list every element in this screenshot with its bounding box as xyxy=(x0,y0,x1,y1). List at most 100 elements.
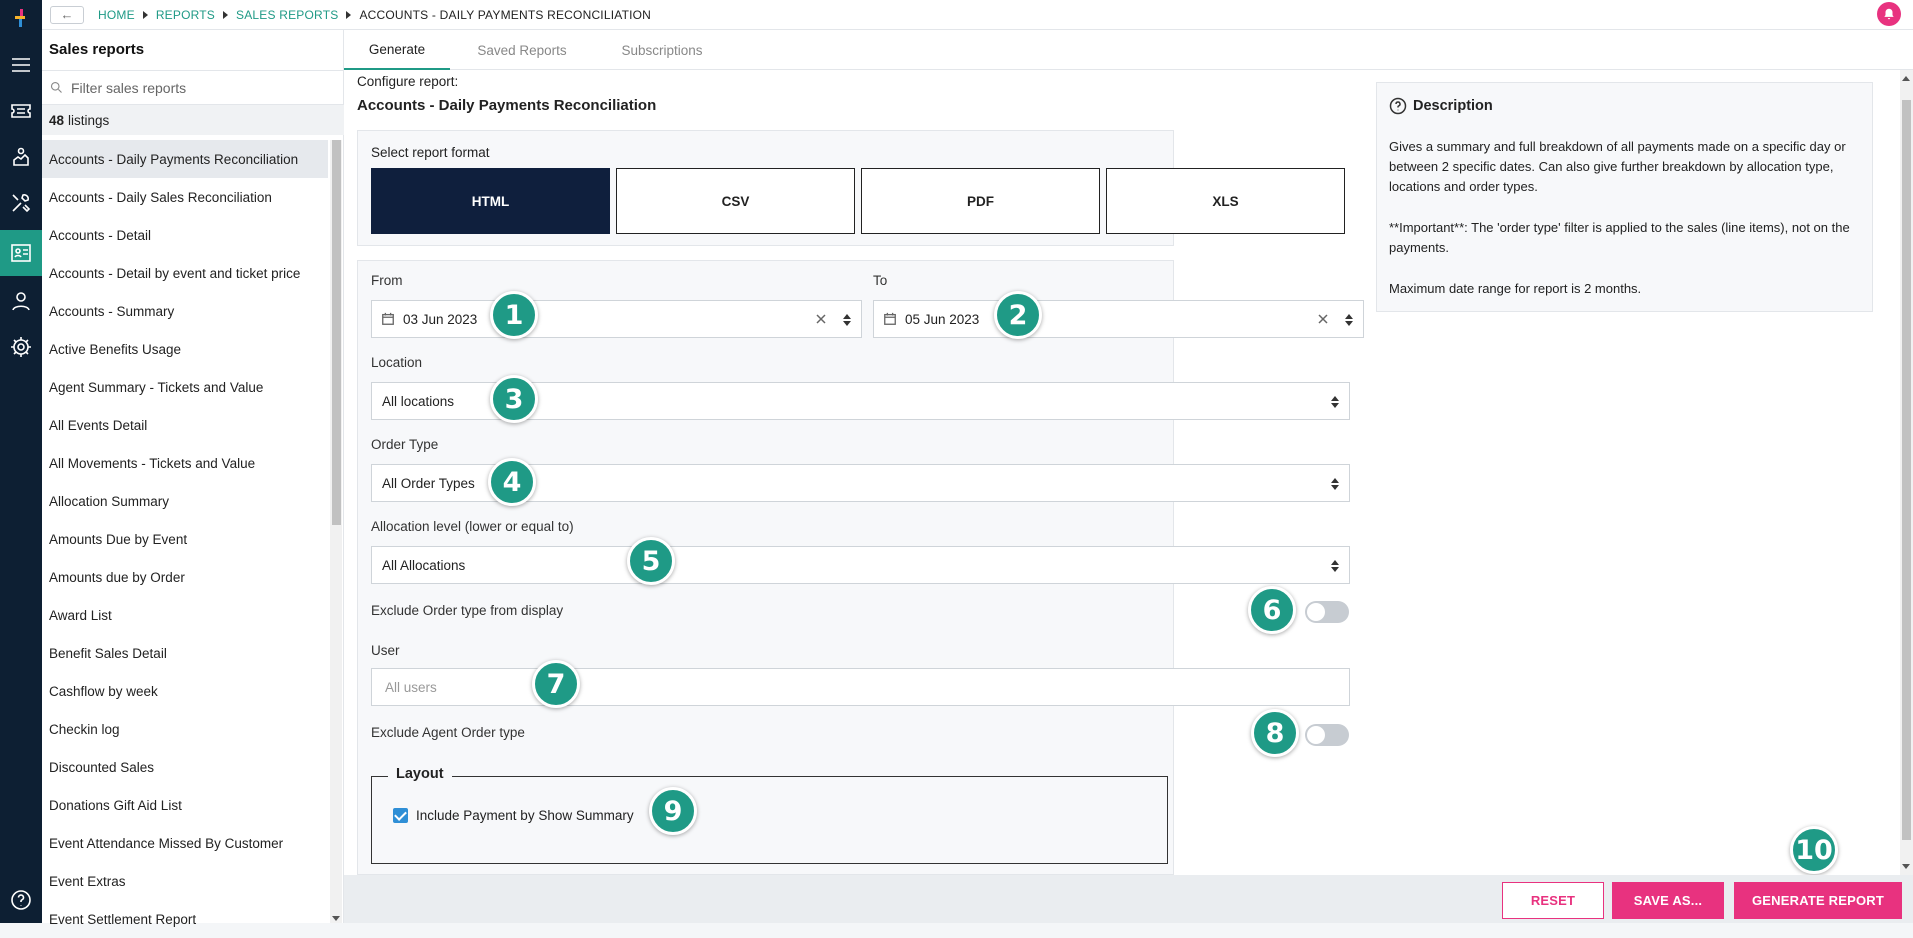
description-text-3: Maximum date range for report is 2 month… xyxy=(1389,281,1642,296)
step-badge-10: 10 xyxy=(1790,826,1838,874)
logo-icon[interactable] xyxy=(0,0,42,36)
tab-saved-reports[interactable]: Saved Reports xyxy=(450,30,594,70)
report-icon[interactable] xyxy=(0,230,42,276)
include-payment-checkbox[interactable] xyxy=(393,808,408,823)
clear-icon[interactable] xyxy=(814,312,828,326)
sidebar-search-input[interactable]: Filter sales reports xyxy=(42,70,344,105)
breadcrumb-home[interactable]: HOME xyxy=(98,8,135,22)
save-as-button[interactable]: SAVE AS... xyxy=(1612,882,1724,919)
search-placeholder: Filter sales reports xyxy=(71,79,187,96)
format-label: Select report format xyxy=(371,145,490,160)
layout-title: Layout xyxy=(388,766,452,782)
step-badge-9: 9 xyxy=(649,787,697,835)
list-item[interactable]: Active Benefits Usage xyxy=(42,330,328,368)
from-label: From xyxy=(371,273,403,288)
location-value: All locations xyxy=(382,393,455,409)
list-item[interactable]: Checkin log xyxy=(42,710,328,748)
format-pdf-button[interactable]: PDF xyxy=(861,168,1100,234)
reset-button[interactable]: RESET xyxy=(1502,882,1604,919)
description-header: Description xyxy=(1389,97,1493,115)
list-item[interactable]: Event Extras xyxy=(42,862,328,900)
calendar-icon xyxy=(884,312,896,325)
menu-icon[interactable] xyxy=(0,42,42,88)
tab-subscriptions[interactable]: Subscriptions xyxy=(594,30,730,70)
user-label: User xyxy=(371,643,400,658)
list-item[interactable]: Amounts due by Order xyxy=(42,558,328,596)
list-item[interactable]: Agent Summary - Tickets and Value xyxy=(42,368,328,406)
scroll-down-icon[interactable] xyxy=(1902,864,1910,869)
list-item[interactable]: Discounted Sales xyxy=(42,748,328,786)
list-item[interactable]: Accounts - Detail xyxy=(42,216,328,254)
back-button[interactable]: ← xyxy=(50,5,84,24)
exclude-agent-toggle[interactable] xyxy=(1305,724,1349,746)
description-text-1: Gives a summary and full breakdown of al… xyxy=(1389,139,1846,194)
list-item[interactable]: Accounts - Daily Payments Reconciliation xyxy=(42,140,328,178)
ticket-icon[interactable] xyxy=(0,88,42,134)
exclude-order-type-toggle[interactable] xyxy=(1305,601,1349,623)
scrollbar-thumb[interactable] xyxy=(332,140,341,525)
spinner-icon[interactable] xyxy=(1345,312,1353,328)
allocation-value: All Allocations xyxy=(382,557,466,573)
list-item[interactable]: All Events Detail xyxy=(42,406,328,444)
format-xls-button[interactable]: XLS xyxy=(1106,168,1345,234)
list-item[interactable]: Award List xyxy=(42,596,328,634)
sidebar-title: Sales reports xyxy=(49,41,145,58)
list-item[interactable]: Accounts - Detail by event and ticket pr… xyxy=(42,254,328,292)
breadcrumb: HOME REPORTS SALES REPORTS ACCOUNTS - DA… xyxy=(98,8,651,22)
include-payment-label[interactable]: Include Payment by Show Summary xyxy=(416,808,634,823)
list-item[interactable]: All Movements - Tickets and Value xyxy=(42,444,328,482)
format-csv-button[interactable]: CSV xyxy=(616,168,855,234)
list-item[interactable]: Donations Gift Aid List xyxy=(42,786,328,824)
list-item[interactable]: Benefit Sales Detail xyxy=(42,634,328,672)
list-item[interactable]: Event Settlement Report xyxy=(42,900,328,938)
sidebar: Sales reports Filter sales reports 48 li… xyxy=(42,30,344,927)
order-type-label: Order Type xyxy=(371,437,439,452)
icon-rail xyxy=(0,0,42,923)
tools-icon[interactable] xyxy=(0,180,42,226)
gear-icon[interactable] xyxy=(0,324,42,370)
list-item[interactable]: Amounts Due by Event xyxy=(42,520,328,558)
tab-generate[interactable]: Generate xyxy=(344,30,450,70)
clear-icon[interactable] xyxy=(1316,312,1330,326)
step-badge-7: 7 xyxy=(532,660,580,708)
breadcrumb-reports[interactable]: REPORTS xyxy=(156,8,215,22)
list-item[interactable]: Allocation Summary xyxy=(42,482,328,520)
scrollbar-thumb[interactable] xyxy=(1902,100,1911,840)
from-date-value: 03 Jun 2023 xyxy=(403,311,478,327)
select-arrows-icon xyxy=(1331,476,1339,492)
notification-bell-icon[interactable] xyxy=(1877,2,1901,26)
breadcrumb-separator-icon xyxy=(223,10,229,19)
action-footer: RESET SAVE AS... GENERATE REPORT xyxy=(344,875,1913,923)
breadcrumb-sales-reports[interactable]: SALES REPORTS xyxy=(236,8,338,22)
report-title: Accounts - Daily Payments Reconciliation xyxy=(357,97,657,114)
format-section: Select report format HTML CSV PDF XLS xyxy=(357,130,1345,246)
format-html-button[interactable]: HTML xyxy=(371,168,610,234)
generate-report-button[interactable]: GENERATE REPORT xyxy=(1734,882,1902,919)
list-item[interactable]: Accounts - Daily Sales Reconciliation xyxy=(42,178,328,216)
from-date-field[interactable]: 03 Jun 2023 xyxy=(371,300,862,338)
search-icon xyxy=(50,81,62,93)
list-item[interactable]: Accounts - Summary xyxy=(42,292,328,330)
step-badge-6: 6 xyxy=(1248,586,1296,634)
main-scrollbar[interactable] xyxy=(1900,70,1913,875)
list-item[interactable]: Event Attendance Missed By Customer xyxy=(42,824,328,862)
user-input[interactable]: All users xyxy=(371,668,1350,706)
allocation-select[interactable]: All Allocations xyxy=(371,546,1350,584)
to-date-value: 05 Jun 2023 xyxy=(905,311,980,327)
scroll-up-icon[interactable] xyxy=(1902,76,1910,81)
report-list: Accounts - Daily Payments Reconciliation… xyxy=(42,140,328,938)
select-arrows-icon xyxy=(1331,394,1339,410)
user-icon[interactable] xyxy=(0,278,42,324)
breadcrumb-separator-icon xyxy=(142,10,148,19)
sidebar-scrollbar[interactable] xyxy=(330,140,342,923)
breadcrumb-separator-icon xyxy=(346,10,352,19)
to-date-field[interactable]: 05 Jun 2023 xyxy=(873,300,1364,338)
description-text-2: **Important**: The 'order type' filter i… xyxy=(1389,220,1850,255)
allocation-label: Allocation level (lower or equal to) xyxy=(371,519,574,534)
filter-form: From 03 Jun 2023 To 05 Jun 2023 Location… xyxy=(357,260,1364,875)
chart-icon[interactable] xyxy=(0,134,42,180)
spinner-icon[interactable] xyxy=(843,312,851,328)
help-icon[interactable] xyxy=(0,877,42,923)
scroll-down-icon[interactable] xyxy=(332,916,340,921)
list-item[interactable]: Cashflow by week xyxy=(42,672,328,710)
